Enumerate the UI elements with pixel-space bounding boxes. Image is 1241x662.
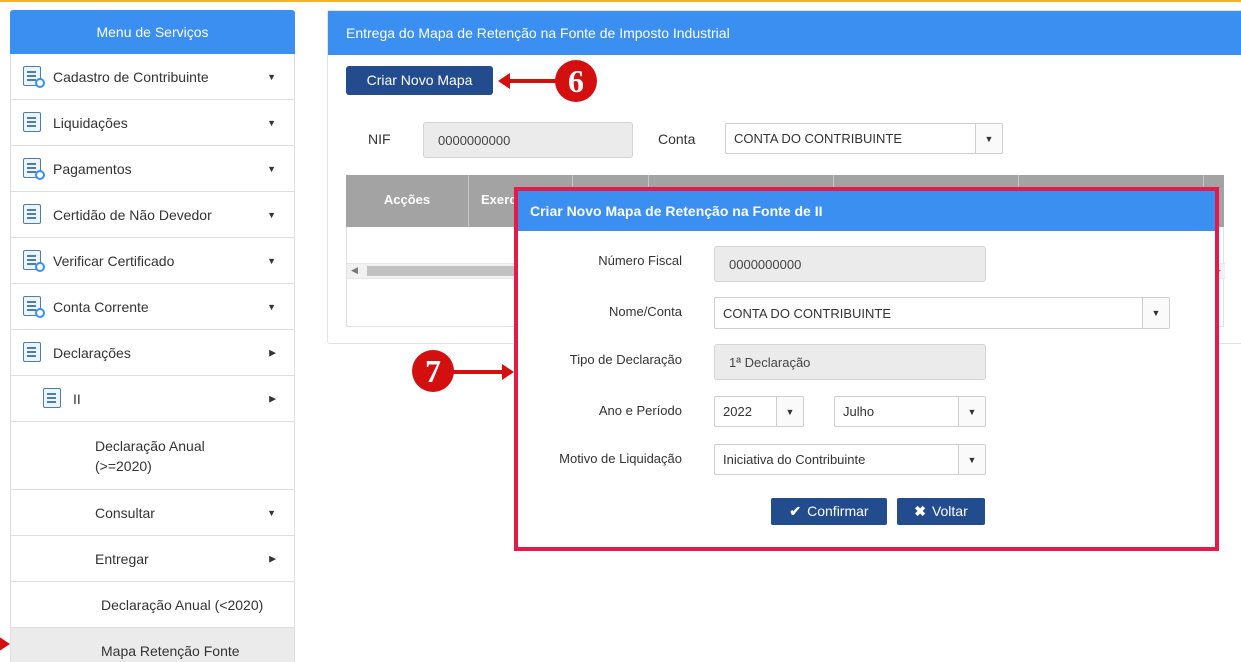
sidebar-item-declaracao-anual-2020[interactable]: Declaração Anual (>=2020)	[10, 422, 295, 490]
numero-fiscal-field[interactable]: 0000000000	[714, 246, 986, 282]
confirm-button[interactable]: ✔ Confirmar	[771, 498, 887, 525]
create-map-dialog: Criar Novo Mapa de Retenção na Fonte de …	[514, 187, 1219, 551]
sidebar-menu: Menu de Serviços Cadastro de Contribuint…	[10, 10, 295, 662]
chevron-down-icon: ▼	[267, 71, 276, 82]
sidebar-item-declaracoes[interactable]: Declarações ▶	[10, 330, 295, 376]
sidebar-item-cadastro[interactable]: Cadastro de Contribuinte ▼	[10, 54, 295, 100]
verify-search-icon	[23, 249, 45, 272]
sidebar-title: Menu de Serviços	[10, 10, 295, 54]
tipo-declaracao-label: Tipo de Declaração	[569, 352, 682, 367]
chevron-down-icon: ▼	[267, 117, 276, 128]
edit-document-icon	[23, 111, 45, 134]
chevron-down-icon: ▼	[267, 163, 276, 174]
chevron-down-icon: ▼	[1142, 298, 1169, 328]
create-new-map-button[interactable]: Criar Novo Mapa	[346, 66, 493, 95]
certificate-icon	[23, 203, 45, 226]
callout-arrow-6-line	[508, 79, 558, 83]
scroll-left-icon[interactable]: ◀	[351, 265, 358, 276]
conta-label: Conta	[658, 131, 696, 147]
chevron-down-icon: ▼	[267, 301, 276, 312]
nome-conta-select[interactable]: CONTA DO CONTRIBUINTE ▼	[714, 297, 1170, 329]
chevron-down-icon: ▼	[958, 397, 985, 426]
motivo-liquidacao-label: Motivo de Liquidação	[559, 451, 682, 466]
chevron-down-icon: ▼	[267, 255, 276, 266]
nif-label: NIF	[368, 131, 391, 147]
sidebar-item-declaracao-anual-lt2020[interactable]: Declaração Anual (<2020)	[10, 582, 295, 628]
chevron-down-icon: ▼	[267, 507, 276, 518]
sidebar-item-liquidacoes[interactable]: Liquidações ▼	[10, 100, 295, 146]
callout-arrow-tip	[0, 636, 10, 652]
chevron-down-icon: ▼	[958, 445, 985, 474]
ii-document-icon	[43, 387, 65, 410]
ano-periodo-label: Ano e Período	[598, 403, 682, 418]
nif-field[interactable]: 0000000000	[423, 122, 633, 158]
form-search-icon	[23, 65, 45, 88]
tipo-declaracao-field[interactable]: 1ª Declaração	[714, 344, 986, 380]
scrollbar-thumb[interactable]	[367, 266, 517, 276]
dialog-title: Criar Novo Mapa de Retenção na Fonte de …	[518, 191, 1215, 231]
chevron-right-icon: ▶	[269, 347, 276, 357]
chevron-down-icon: ▼	[975, 124, 1002, 153]
payment-search-icon	[23, 157, 45, 180]
page-title: Entrega do Mapa de Retenção na Fonte de …	[328, 11, 1241, 55]
nome-conta-label: Nome/Conta	[609, 304, 682, 319]
sidebar-item-ii[interactable]: II ▶	[10, 376, 295, 422]
declaration-icon	[23, 341, 45, 364]
sidebar-item-entregar[interactable]: Entregar ▶	[10, 536, 295, 582]
top-accent-line	[0, 0, 1241, 2]
motivo-select[interactable]: Iniciativa do Contribuinte ▼	[714, 444, 986, 475]
callout-badge-6: 6	[555, 60, 597, 102]
chevron-down-icon: ▼	[776, 397, 803, 426]
close-icon: ✖	[914, 503, 926, 519]
ano-select[interactable]: 2022 ▼	[714, 396, 804, 427]
numero-fiscal-label: Número Fiscal	[598, 253, 682, 268]
sidebar-item-pagamentos[interactable]: Pagamentos ▼	[10, 146, 295, 192]
sidebar-item-certidao[interactable]: Certidão de Não Devedor ▼	[10, 192, 295, 238]
callout-badge-7: 7	[412, 350, 454, 392]
chevron-right-icon: ▶	[269, 553, 276, 563]
back-button[interactable]: ✖ Voltar	[897, 498, 985, 525]
callout-arrow-7-line	[452, 370, 504, 374]
conta-select[interactable]: CONTA DO CONTRIBUINTE ▼	[725, 123, 1003, 154]
chevron-right-icon: ▶	[269, 393, 276, 403]
callout-arrow-7-head	[502, 364, 514, 380]
account-search-icon	[23, 295, 45, 318]
sidebar-item-conta-corrente[interactable]: Conta Corrente ▼	[10, 284, 295, 330]
sidebar-item-mapa-retencao[interactable]: Mapa Retenção Fonte	[10, 628, 295, 662]
chevron-down-icon: ▼	[267, 209, 276, 220]
column-header-accoes: Acções	[346, 175, 469, 227]
sidebar-item-consultar[interactable]: Consultar ▼	[10, 490, 295, 536]
check-icon: ✔	[789, 503, 802, 519]
periodo-select[interactable]: Julho ▼	[834, 396, 986, 427]
sidebar-item-verificar[interactable]: Verificar Certificado ▼	[10, 238, 295, 284]
